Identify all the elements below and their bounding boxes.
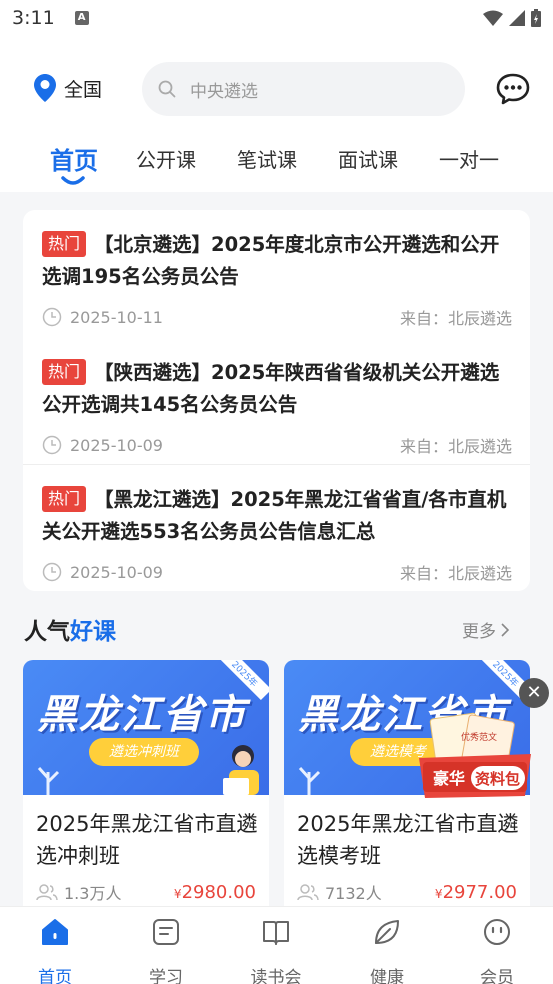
- message-button[interactable]: [495, 71, 531, 107]
- home-icon: [42, 919, 68, 945]
- news-source: 来自：北辰遴选: [399, 564, 512, 583]
- signal-icon: [509, 10, 525, 26]
- nav-label: 健康: [370, 968, 404, 984]
- battery-icon: [531, 9, 541, 27]
- news-item[interactable]: 热门 【北京遴选】2025年度北京市公开遴选和公开选调195名公务员公告 2025…: [42, 229, 512, 328]
- gift-pack-icon[interactable]: 优秀范文 豪华 资料包: [415, 710, 535, 800]
- banner-title: 黑龙江省市: [37, 692, 247, 738]
- open-book-icon: [263, 921, 289, 945]
- status-icons: [483, 9, 541, 27]
- chevron-right-icon: [501, 622, 510, 637]
- svg-text:资料包: 资料包: [475, 770, 520, 788]
- category-tabs: 首页 公开课 笔试课 面试课 一对一: [0, 136, 553, 192]
- nav-health[interactable]: 健康: [347, 917, 427, 984]
- course-title: 2025年黑龙江省市直遴选冲刺班: [36, 812, 258, 868]
- course-banner: 2025年 黑龙江省市 遴选冲刺班: [23, 660, 269, 795]
- plant-illustration-icon: [37, 766, 60, 795]
- news-meta: 2025-10-09 来自：北辰遴选: [42, 433, 512, 457]
- course-title: 2025年黑龙江省市直遴选模考班: [297, 812, 519, 868]
- leaf-icon: [375, 920, 399, 944]
- student-count: 1.3万人: [64, 884, 122, 903]
- nav-label: 学习: [149, 968, 183, 984]
- search-placeholder: 中央遴选: [190, 81, 258, 102]
- news-title: 热门 【黑龙江遴选】2025年黑龙江省省直/各市直机关公开遴选553名公务员公告信…: [42, 486, 507, 543]
- status-bar: 3:11 A: [0, 0, 553, 36]
- chat-bubble-icon: [496, 73, 530, 105]
- clock-icon: [42, 307, 62, 327]
- section-title: 人气好课: [24, 619, 116, 645]
- nav-book-club[interactable]: 读书会: [236, 917, 316, 984]
- news-source: 来自：北辰遴选: [399, 437, 512, 456]
- smile-face-icon: [484, 919, 510, 945]
- svg-text:优秀范文: 优秀范文: [461, 731, 497, 743]
- banner-tag: 遴选冲刺班: [89, 738, 199, 766]
- hot-badge: 热门: [42, 486, 87, 512]
- tab-active-indicator: [61, 176, 85, 185]
- users-icon: [36, 884, 58, 901]
- news-item[interactable]: 热门 【陕西遴选】2025年陕西省省级机关公开遴选公开选调共145名公务员公告 2…: [42, 357, 512, 456]
- news-title: 热门 【北京遴选】2025年度北京市公开遴选和公开选调195名公务员公告: [42, 231, 500, 288]
- tab-one-on-one[interactable]: 一对一: [439, 144, 499, 173]
- close-button[interactable]: ✕: [519, 678, 549, 708]
- users-icon: [297, 884, 319, 901]
- course-card[interactable]: 2025年 黑龙江省市 遴选冲刺班 2025年黑龙江省市直遴选冲刺班 1.3万人…: [23, 660, 269, 910]
- tab-home[interactable]: 首页: [50, 141, 98, 176]
- news-item[interactable]: 热门 【黑龙江遴选】2025年黑龙江省省直/各市直机关公开遴选553名公务员公告信…: [42, 484, 512, 583]
- tab-interview-class[interactable]: 面试课: [338, 144, 398, 173]
- nav-member[interactable]: 会员: [457, 917, 537, 984]
- note-icon: [153, 919, 179, 945]
- nav-home[interactable]: 首页: [15, 917, 95, 984]
- more-link[interactable]: 更多: [462, 617, 510, 642]
- student-count: 7132人: [325, 884, 382, 903]
- course-meta: 7132人 ¥2977.00: [297, 880, 517, 904]
- divider: [23, 464, 530, 465]
- nav-study[interactable]: 学习: [126, 917, 206, 984]
- nav-label: 会员: [480, 968, 514, 984]
- course-price: ¥2980.00: [173, 881, 256, 903]
- location-label: 全国: [64, 78, 103, 101]
- course-price: ¥2977.00: [434, 881, 517, 903]
- location-pin-icon: [34, 74, 56, 102]
- news-date: 2025-10-09: [70, 435, 163, 455]
- news-date: 2025-10-09: [70, 562, 163, 582]
- status-time: 3:11: [12, 7, 55, 29]
- news-date: 2025-10-11: [70, 307, 163, 327]
- news-meta: 2025-10-09 来自：北辰遴选: [42, 560, 512, 584]
- clock-icon: [42, 562, 62, 582]
- news-list: 热门 【北京遴选】2025年度北京市公开遴选和公开选调195名公务员公告 2025…: [23, 210, 530, 591]
- nav-label: 读书会: [250, 968, 302, 984]
- wifi-icon: [483, 10, 503, 26]
- course-meta: 1.3万人 ¥2980.00: [36, 880, 256, 904]
- clock-icon: [42, 435, 62, 455]
- notification-icon: A: [74, 11, 89, 25]
- location-selector[interactable]: 全国: [34, 74, 102, 102]
- search-icon: [158, 80, 176, 98]
- hot-badge: 热门: [42, 359, 87, 385]
- bottom-nav: 首页 学习 读书会 健康 会员: [0, 906, 553, 984]
- search-input[interactable]: 中央遴选: [142, 62, 465, 116]
- app-header: 全国 中央遴选 首页 公开课 笔试课 面试课 一对一: [0, 36, 553, 192]
- tab-written-class[interactable]: 笔试课: [237, 144, 297, 173]
- teacher-illustration-icon: [223, 745, 259, 795]
- plant-illustration-icon: [298, 766, 321, 795]
- nav-label: 首页: [38, 968, 72, 984]
- svg-text:豪华: 豪华: [433, 769, 465, 788]
- news-source: 来自：北辰遴选: [399, 309, 512, 328]
- hot-badge: 热门: [42, 231, 87, 257]
- tab-open-class[interactable]: 公开课: [136, 144, 196, 173]
- news-meta: 2025-10-11 来自：北辰遴选: [42, 305, 512, 329]
- news-title: 热门 【陕西遴选】2025年陕西省省级机关公开遴选公开选调共145名公务员公告: [42, 359, 500, 416]
